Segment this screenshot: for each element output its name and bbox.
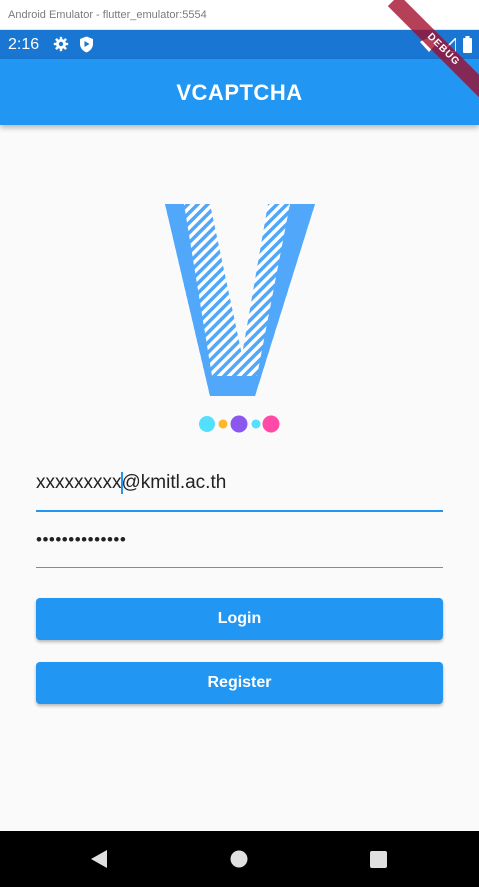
text-cursor <box>121 472 123 494</box>
navigation-bar <box>0 831 479 887</box>
recents-icon[interactable] <box>370 851 387 873</box>
email-value: xxxxxxxxx@kmitl.ac.th <box>36 472 227 493</box>
email-field[interactable]: xxxxxxxxx@kmitl.ac.th <box>36 466 443 512</box>
emulator-window-title: Android Emulator - flutter_emulator:5554 <box>8 9 207 21</box>
status-time: 2:16 <box>8 36 40 53</box>
back-icon[interactable] <box>90 850 108 873</box>
login-button[interactable]: Login <box>36 598 443 640</box>
vcaptcha-logo <box>160 200 320 445</box>
logo-dot-2 <box>218 419 228 429</box>
register-button[interactable]: Register <box>36 662 443 704</box>
app-bar: VCAPTCHA <box>0 59 479 125</box>
password-field[interactable]: •••••••••••••• <box>36 526 443 568</box>
status-bar: 2:16 <box>0 30 479 59</box>
shield-icon <box>79 36 94 58</box>
page-title: VCAPTCHA <box>176 80 303 105</box>
password-value: •••••••••••••• <box>36 530 127 549</box>
logo-dot-5 <box>262 415 280 433</box>
logo-dot-3 <box>230 415 248 433</box>
home-icon[interactable] <box>230 850 248 873</box>
logo-dot-4 <box>251 419 261 429</box>
battery-icon <box>463 36 472 58</box>
gear-icon <box>53 36 69 57</box>
logo-dot-1 <box>199 416 215 432</box>
